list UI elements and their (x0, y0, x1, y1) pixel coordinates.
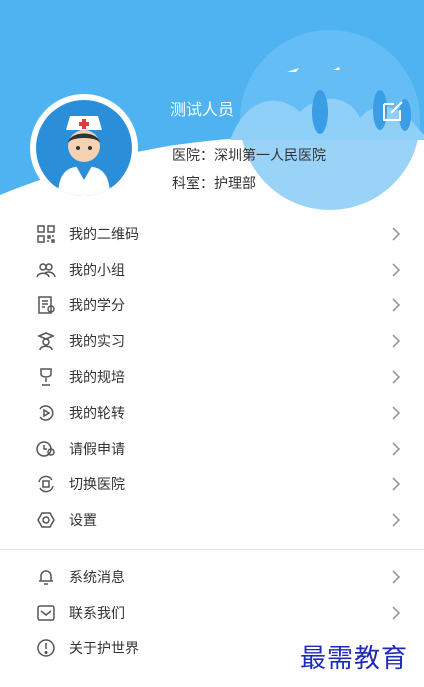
bell-icon (36, 567, 56, 587)
menu-item-label: 我的规培 (69, 370, 125, 387)
chevron-right-icon (390, 440, 402, 458)
menu-item-settings[interactable]: 设置 (0, 502, 424, 538)
department-info: 科室：护理部 (172, 176, 256, 192)
menu-item-credit[interactable]: 我的学分 (0, 288, 424, 324)
chevron-right-icon (390, 568, 402, 586)
menu-item-switch-hospital[interactable]: 切换医院 (0, 467, 424, 503)
chevron-right-icon (390, 368, 402, 386)
section-divider (0, 549, 424, 550)
chevron-right-icon (390, 332, 402, 350)
leave-clock-icon (36, 439, 56, 459)
user-name: 测试人员 (170, 100, 235, 119)
chevron-right-icon (390, 604, 402, 622)
chevron-right-icon (390, 404, 402, 422)
mail-icon (36, 603, 56, 623)
menu-item-qr-code[interactable]: 我的二维码 (0, 216, 424, 252)
menu-item-label: 关于护世界 (69, 641, 139, 658)
chevron-right-icon (390, 261, 402, 279)
chevron-right-icon (390, 225, 402, 243)
credit-icon (36, 295, 56, 315)
menu-item-training[interactable]: 我的规培 (0, 359, 424, 395)
menu-item-label: 我的小组 (69, 262, 125, 279)
chevron-right-icon (390, 475, 402, 493)
chevron-right-icon (390, 296, 402, 314)
watermark: 最需教育 (300, 644, 409, 674)
hospital-info: 医院：深圳第一人民医院 (172, 148, 326, 164)
group-icon (36, 260, 56, 280)
nurse-avatar-icon (36, 100, 132, 196)
info-icon (36, 638, 56, 658)
menu-item-label: 设置 (69, 513, 97, 530)
menu-item-system-messages[interactable]: 系统消息 (0, 559, 424, 595)
primary-menu: 我的二维码 我的小组 我的学分 我的实习 我的规培 我的轮转 请假申请 切换医院… (0, 216, 424, 538)
menu-item-contact-us[interactable]: 联系我们 (0, 595, 424, 631)
qr-code-icon (36, 224, 56, 244)
menu-item-label: 请假申请 (69, 441, 125, 458)
chevron-right-icon (390, 511, 402, 529)
rotation-icon (36, 403, 56, 423)
graduate-icon (36, 331, 56, 351)
menu-item-label: 切换医院 (69, 477, 125, 494)
menu-item-label: 系统消息 (69, 569, 125, 586)
menu-item-label: 我的实习 (69, 334, 125, 351)
switch-hospital-icon (36, 474, 56, 494)
menu-item-label: 我的二维码 (69, 226, 139, 243)
menu-item-rotation[interactable]: 我的轮转 (0, 395, 424, 431)
menu-item-group[interactable]: 我的小组 (0, 252, 424, 288)
avatar[interactable] (30, 94, 138, 202)
menu-item-label: 联系我们 (69, 605, 125, 622)
menu-item-label: 我的学分 (69, 298, 125, 315)
gear-icon (36, 510, 56, 530)
menu-item-leave-request[interactable]: 请假申请 (0, 431, 424, 467)
menu-item-label: 我的轮转 (69, 405, 125, 422)
menu-item-internship[interactable]: 我的实习 (0, 323, 424, 359)
edit-icon[interactable] (380, 98, 406, 124)
trophy-icon (36, 367, 56, 387)
